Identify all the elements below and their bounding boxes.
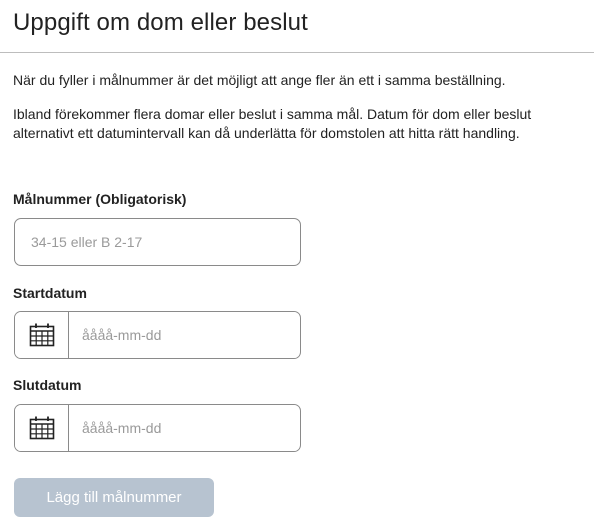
end-date-label: Slutdatum: [13, 377, 82, 393]
calendar-icon: [29, 323, 54, 347]
intro-text-multiple: När du fyller i målnummer är det möjligt…: [13, 72, 506, 88]
start-date-label: Startdatum: [13, 285, 87, 301]
intro-text-dates: Ibland förekommer flera domar eller besl…: [13, 106, 532, 141]
end-date-field: [14, 404, 301, 452]
add-case-number-button[interactable]: Lägg till målnummer: [14, 478, 214, 517]
end-date-input[interactable]: [69, 405, 299, 451]
start-date-input[interactable]: [69, 312, 299, 358]
case-number-label: Målnummer (Obligatorisk): [13, 191, 187, 207]
start-date-field: [14, 311, 301, 359]
section-title: Uppgift om dom eller beslut: [13, 9, 308, 36]
end-date-calendar-button[interactable]: [15, 405, 69, 451]
start-date-calendar-button[interactable]: [15, 312, 69, 358]
title-divider: [0, 52, 594, 53]
calendar-icon: [29, 416, 54, 440]
case-number-input[interactable]: [14, 218, 301, 266]
